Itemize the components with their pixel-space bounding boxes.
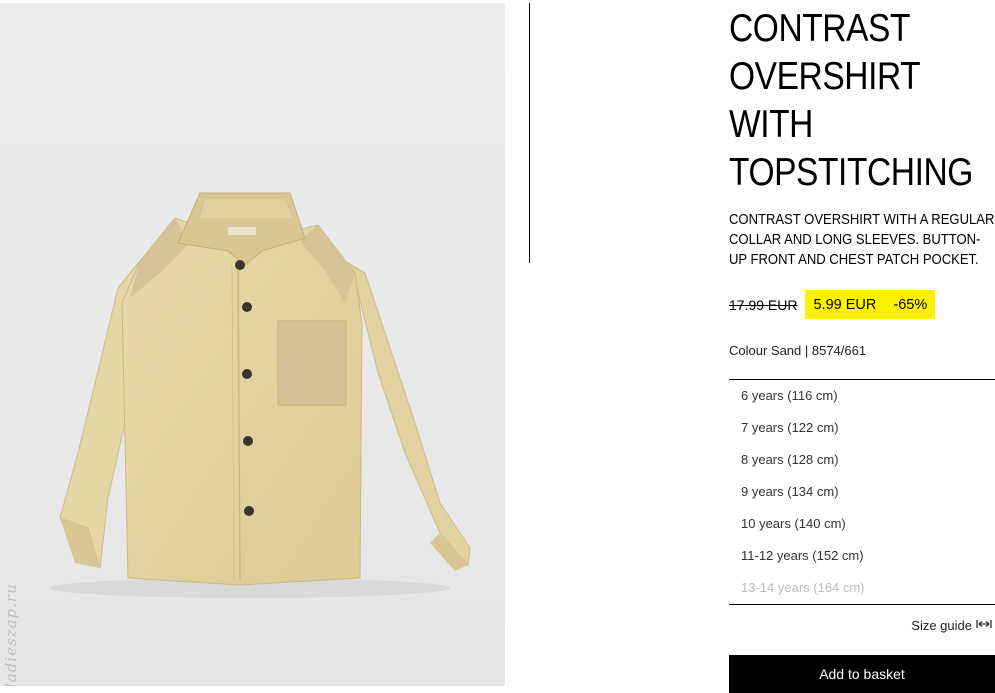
vertical-divider xyxy=(529,3,530,263)
size-option[interactable]: 7 years (122 cm) xyxy=(729,412,995,444)
size-guide-link[interactable]: Size guide xyxy=(911,618,992,633)
colour-reference: Colour Sand | 8574/661 xyxy=(729,343,867,358)
size-option[interactable]: 10 years (140 cm) xyxy=(729,508,995,540)
size-option[interactable]: 8 years (128 cm) xyxy=(729,444,995,476)
title-line: TOPSTITCHING xyxy=(729,151,973,194)
product-title: CONTRAST OVERSHIRT WITH TOPSTITCHING xyxy=(729,5,991,197)
title-line: WITH xyxy=(729,103,813,146)
title-line: OVERSHIRT xyxy=(729,55,921,98)
product-description: CONTRAST OVERSHIRT WITH A REGULAR COLLAR… xyxy=(729,212,995,268)
sale-price-badge: 5.99 EUR -65% xyxy=(805,290,936,319)
image-watermark: ladieszap.ru xyxy=(2,583,20,686)
size-option-unavailable: 13-14 years (164 cm) xyxy=(741,580,865,595)
discount-percent: -65% xyxy=(893,296,928,313)
size-option[interactable]: 9 years (134 cm) xyxy=(729,476,995,508)
ruler-arrows-icon xyxy=(976,618,992,633)
add-to-basket-button[interactable]: Add to basket xyxy=(729,655,995,693)
old-price: 17.99 EUR xyxy=(729,296,798,313)
product-image[interactable]: ladieszap.ru xyxy=(0,3,505,686)
size-option[interactable]: 11-12 years (152 cm) xyxy=(729,540,995,572)
price-row: 17.99 EUR 5.99 EUR -65% xyxy=(729,290,936,319)
shirt-illustration xyxy=(50,192,471,598)
size-option[interactable]: 6 years (116 cm) xyxy=(729,380,995,412)
title-line: CONTRAST xyxy=(729,7,911,50)
size-guide-label: Size guide xyxy=(911,618,972,633)
size-selector: 6 years (116 cm) 7 years (122 cm) 8 year… xyxy=(729,379,995,605)
new-price: 5.99 EUR xyxy=(813,296,877,313)
chest-pocket xyxy=(277,320,347,406)
